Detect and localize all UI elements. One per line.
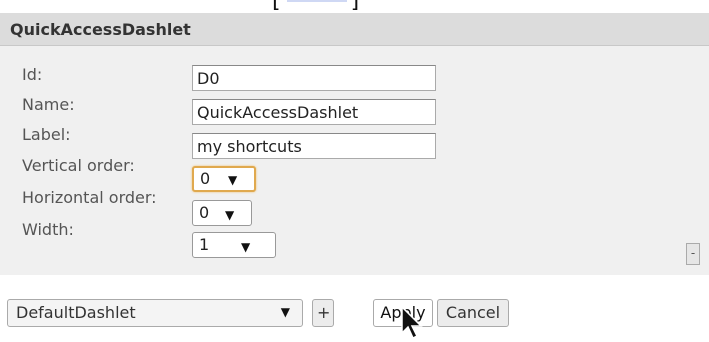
id-label: Id: [22, 65, 43, 84]
id-field[interactable] [192, 65, 436, 91]
panel-header: QuickAccessDashlet [0, 13, 709, 46]
horizontal-order-value: 0 [199, 203, 210, 222]
width-select[interactable]: 1 ▼ [192, 232, 276, 258]
panel-title: QuickAccessDashlet [10, 20, 191, 39]
collapse-button[interactable]: - [686, 243, 700, 265]
horizontal-order-select[interactable]: 0 ▼ [192, 200, 252, 226]
vertical-order-label: Vertical order: [22, 156, 135, 175]
chevron-down-icon: ▼ [225, 208, 235, 222]
chevron-down-icon: ▼ [228, 173, 238, 187]
horizontal-order-label: Horizontal order: [22, 188, 157, 207]
vertical-order-select[interactable]: 0 ▼ [192, 166, 256, 192]
partial-top-button: [] [272, 0, 361, 13]
name-label: Name: [22, 95, 75, 114]
dashlet-type-select[interactable]: DefaultDashlet ▼ [7, 299, 303, 327]
chevron-down-icon: ▼ [280, 305, 290, 319]
name-field[interactable] [192, 99, 436, 125]
add-dashlet-button[interactable]: + [312, 299, 334, 327]
width-label: Width: [22, 220, 74, 239]
chevron-down-icon: ▼ [241, 240, 251, 254]
dashlet-type-value: DefaultDashlet [16, 303, 136, 322]
width-value: 1 [199, 235, 210, 254]
arrow-cursor-icon [401, 305, 423, 340]
dashlet-panel: QuickAccessDashlet Id: Name: Label: Vert… [0, 13, 709, 275]
cancel-button[interactable]: Cancel [437, 299, 509, 327]
vertical-order-value: 0 [200, 169, 211, 188]
label-field[interactable] [192, 133, 436, 159]
label-label: Label: [22, 125, 71, 144]
